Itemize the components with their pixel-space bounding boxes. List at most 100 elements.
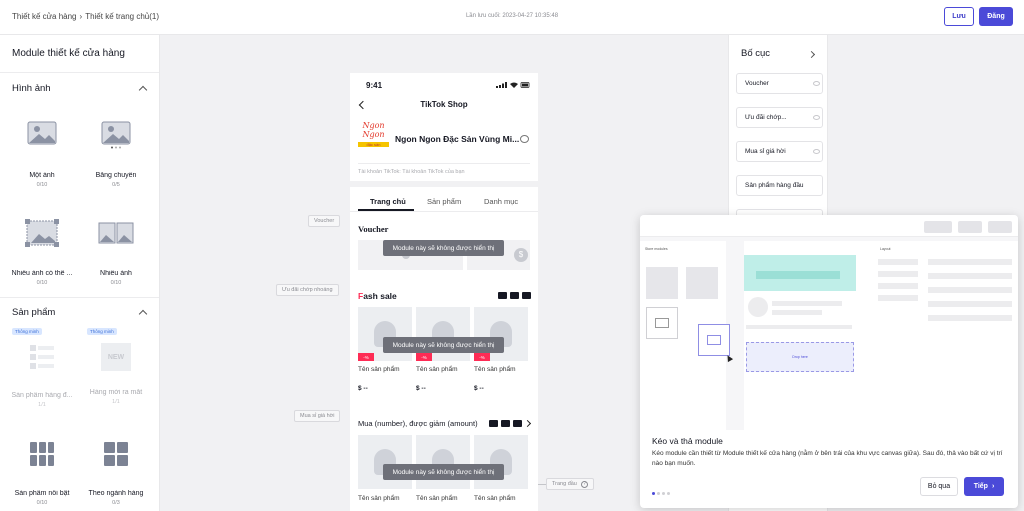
demo-button	[988, 221, 1012, 233]
hidden-module-notice: Module này sẽ không được hiển thị	[383, 337, 504, 353]
ranking-list-icon	[30, 345, 54, 369]
smart-tag: Thông minh	[12, 328, 42, 335]
layout-item-bulk-deal[interactable]: Mua sỉ giá hời	[736, 141, 823, 162]
help-icon[interactable]: ?	[580, 480, 588, 488]
grid-icon	[30, 442, 54, 466]
chevron-right-icon[interactable]	[523, 419, 532, 428]
demo-line	[928, 259, 1012, 265]
demo-image-icon	[707, 335, 721, 345]
tab-categories[interactable]: Danh mục	[484, 197, 518, 206]
layout-title: Bố cục	[741, 48, 771, 59]
demo-image-icon	[655, 318, 669, 328]
module-label: Theo ngành hàng	[88, 490, 144, 497]
drag-drop-illustration: Store modules Drop here Layout	[640, 215, 1018, 430]
module-single-image[interactable]: Một ảnh 0/10	[8, 121, 76, 188]
module-label: Sản phẩm hàng đ...	[11, 392, 73, 399]
module-featured-products[interactable]: Sản phẩm nổi bật 0/10	[8, 441, 76, 506]
flash-sale-title: Fash sale	[358, 291, 397, 301]
layout-item-voucher[interactable]: Voucher	[736, 73, 823, 94]
discount-badge: -%	[358, 353, 374, 361]
onboarding-popup: Store modules Drop here Layout Kéo và th…	[640, 215, 1018, 508]
phone-preview: 9:41 TikTok Shop Ngon Ngon đặc sản Ngon …	[350, 73, 538, 511]
skip-button[interactable]: Bỏ qua	[920, 477, 958, 496]
chevron-right-icon[interactable]	[807, 50, 816, 59]
demo-line	[928, 315, 1012, 321]
layout-item-top-products[interactable]: Sản phẩm hàng đầu	[736, 175, 823, 196]
module-label: Hàng mới ra mắt	[89, 389, 143, 396]
tour-description: Kéo module cần thiết từ Module thiết kế …	[652, 450, 1003, 467]
eye-icon[interactable]	[813, 81, 820, 86]
product-image	[416, 435, 470, 489]
canvas-label-flash-sale[interactable]: Ưu đãi chớp nhoáng	[276, 284, 339, 296]
module-label: Băng chuyền	[95, 172, 137, 179]
module-top-products[interactable]: Sản phẩm hàng đ... 1/1	[8, 343, 76, 408]
discount-badge: -%	[474, 353, 490, 361]
flash-sale-rest: ash sale	[363, 291, 397, 301]
demo-line	[772, 310, 822, 315]
step-indicator	[652, 486, 672, 498]
module-label: Một ảnh	[29, 172, 55, 179]
step-dot	[667, 492, 670, 495]
hotspot-image-icon	[25, 219, 59, 247]
module-new-arrivals[interactable]: NEW Hàng mới ra mắt 1/1	[82, 343, 150, 405]
demo-button	[924, 221, 952, 233]
step-dot	[662, 492, 665, 495]
canvas-label-voucher[interactable]: Voucher	[308, 215, 341, 227]
module-count: 0/10	[36, 182, 48, 188]
module-panel-title: Module thiết kế cửa hàng	[12, 48, 125, 59]
layout-item-label: Sản phẩm hàng đầu	[745, 182, 804, 189]
module-multi-image[interactable]: Nhiều ảnh 0/10	[82, 219, 150, 286]
section-title-images[interactable]: Hình ảnh	[12, 83, 51, 94]
canvas-label-top-page[interactable]: Trang đầu?	[546, 478, 594, 490]
step-dot	[652, 492, 655, 495]
tab-products[interactable]: Sản phẩm	[427, 197, 461, 206]
layout-item-label: Voucher	[745, 80, 769, 87]
canvas-label-bulk-deal[interactable]: Mua sỉ giá hời	[294, 410, 341, 422]
demo-tile	[646, 267, 678, 299]
demo-line	[928, 301, 1012, 307]
shop-logo: Ngon Ngon đặc sản	[358, 121, 389, 157]
product-price: $ --	[474, 385, 484, 392]
section-title-products[interactable]: Sản phẩm	[12, 307, 55, 318]
save-button[interactable]: Lưu	[944, 7, 974, 26]
next-button[interactable]: Tiếp ›	[964, 477, 1004, 496]
product-price: $ --	[358, 385, 368, 392]
carousel-icon	[101, 121, 131, 149]
category-icon	[104, 442, 128, 466]
eye-icon[interactable]	[813, 115, 820, 120]
demo-right-panel	[874, 241, 1018, 430]
shop-name: Ngon Ngon Đặc Sản Vùng Mi...	[395, 134, 520, 144]
divider	[0, 297, 159, 298]
module-carousel[interactable]: Băng chuyền 0/5	[82, 121, 150, 188]
module-count: 1/1	[38, 402, 46, 408]
smart-tag: Thông minh	[87, 328, 117, 335]
countdown-minutes	[510, 292, 519, 299]
message-icon[interactable]	[520, 135, 529, 143]
eye-icon[interactable]	[813, 149, 820, 154]
demo-drop-zone: Drop here	[746, 342, 854, 372]
image-icon	[27, 121, 57, 145]
tab-home[interactable]: Trang chủ	[370, 197, 406, 206]
module-count: 0/3	[112, 500, 120, 506]
divider	[350, 211, 538, 212]
top-bar: Thiết kế cửa hàng › Thiết kế trang chủ(1) …	[0, 0, 1024, 35]
layout-item-label: Mua sỉ giá hời	[745, 148, 786, 155]
publish-button[interactable]: Đăng	[979, 7, 1013, 26]
shop-page-title: TikTok Shop	[420, 100, 468, 109]
layout-item-label: Ưu đãi chớp...	[745, 114, 787, 121]
demo-button	[958, 221, 982, 233]
connector-line	[538, 484, 546, 485]
demo-line	[928, 273, 1012, 279]
module-hotspot-images[interactable]: Nhiều ảnh có thể ... 0/10	[8, 219, 76, 286]
collapse-chevron-icon[interactable]	[138, 85, 148, 95]
product-name: Tên sản phẩm	[358, 495, 400, 502]
module-panel: Module thiết kế cửa hàng Hình ảnh Một ản…	[0, 35, 160, 511]
module-by-category[interactable]: Theo ngành hàng 0/3	[82, 441, 150, 506]
layout-item-flash-sale[interactable]: Ưu đãi chớp...	[736, 107, 823, 128]
collapse-chevron-icon[interactable]	[138, 309, 148, 319]
module-label: Sản phẩm nổi bật	[14, 490, 70, 497]
hidden-module-notice: Module này sẽ không được hiển thị	[383, 240, 504, 256]
tour-title: Kéo và thả module	[652, 436, 723, 446]
new-badge-icon: NEW	[101, 343, 131, 371]
demo-avatar	[748, 297, 768, 317]
